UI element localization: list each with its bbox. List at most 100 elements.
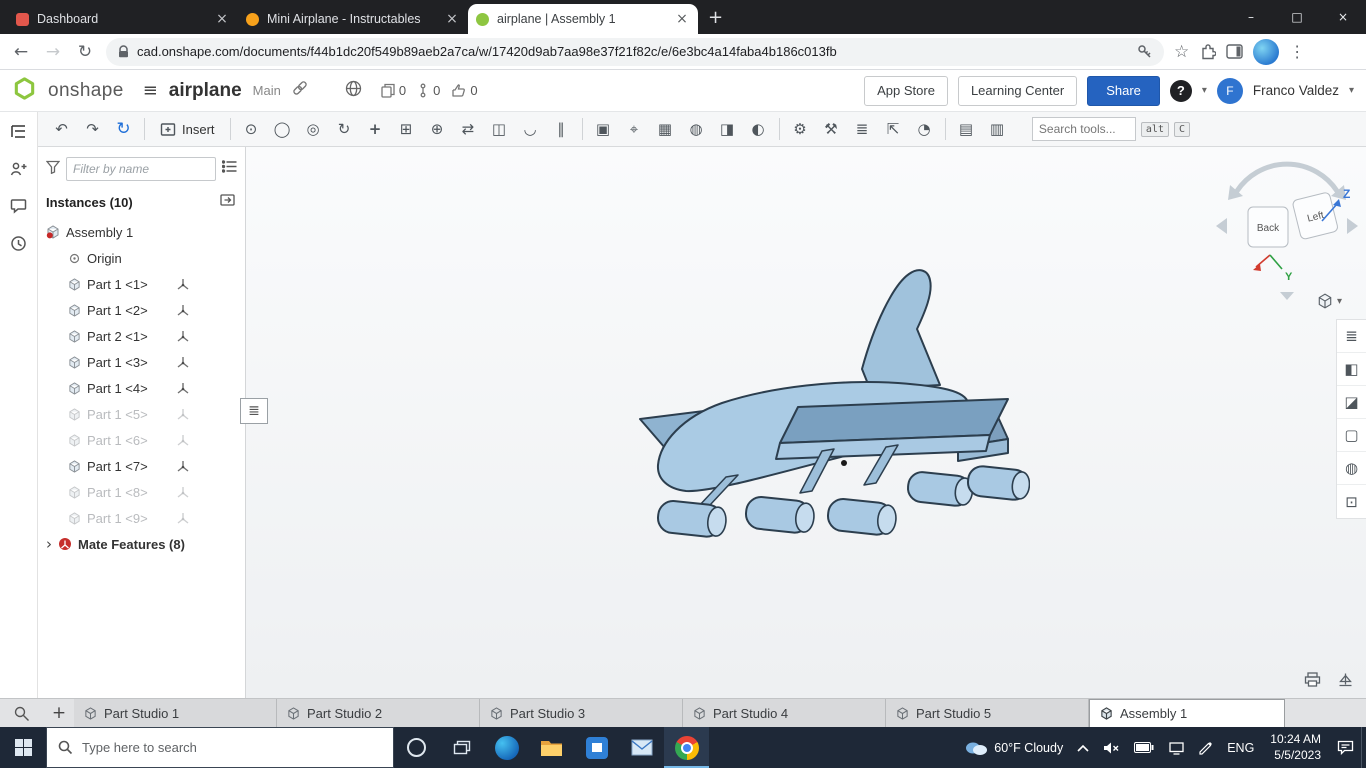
onshape-wordmark[interactable]: onshape (48, 80, 124, 102)
view-cube[interactable]: Back Left Z Y (1212, 155, 1362, 305)
share-button[interactable]: Share (1087, 76, 1160, 106)
side-panel-icon[interactable] (1226, 44, 1243, 59)
units-scale-icon[interactable] (1337, 672, 1354, 692)
maximize-button[interactable]: □ (1274, 0, 1320, 34)
appearance-panel-icon[interactable]: ◍ (1337, 452, 1366, 485)
doc-tab-part-studio-1[interactable]: Part Studio 1 (74, 699, 277, 727)
tree-row[interactable]: Part 1 <3> (38, 349, 245, 375)
tree-row[interactable]: Part 1 <7> (38, 453, 245, 479)
onshape-logo[interactable] (12, 76, 37, 106)
measure-icon[interactable]: ▥ (982, 115, 1013, 143)
display-states-icon[interactable]: ◐ (743, 115, 774, 143)
browser-profile-avatar[interactable] (1253, 39, 1279, 65)
browser-menu-icon[interactable]: ⋮ (1289, 42, 1305, 61)
battery-icon[interactable] (1127, 727, 1161, 768)
replicate-icon[interactable]: ▦ (650, 115, 681, 143)
3d-viewport[interactable]: Back Left Z Y (246, 147, 1366, 698)
tree-row-suppressed[interactable]: Part 1 <5> (38, 401, 245, 427)
undo-icon[interactable]: ↶ (46, 115, 77, 143)
history-icon[interactable] (7, 231, 31, 255)
filter-funnel-icon[interactable] (46, 160, 60, 179)
weather-widget[interactable]: 60°F Cloudy (956, 727, 1070, 768)
sync-icon[interactable]: ↻ (108, 115, 139, 143)
tree-row-suppressed[interactable]: Part 1 <8> (38, 479, 245, 505)
panel-handle[interactable]: ≣ (240, 398, 268, 424)
cylindrical-mate-icon[interactable]: ◯ (267, 115, 298, 143)
task-view-icon[interactable] (439, 727, 484, 768)
language-indicator[interactable]: ENG (1220, 727, 1261, 768)
tree-row[interactable]: Part 2 <1> (38, 323, 245, 349)
assembly-tree-icon[interactable] (7, 120, 31, 144)
doc-tab-part-studio-2[interactable]: Part Studio 2 (277, 699, 480, 727)
public-globe-icon[interactable] (345, 80, 362, 102)
slider-mate-icon[interactable]: ⇄ (453, 115, 484, 143)
reload-icon[interactable]: ↻ (74, 42, 96, 62)
learning-center-button[interactable]: Learning Center (958, 76, 1077, 106)
network-icon[interactable] (1161, 727, 1192, 768)
exploded-view-icon[interactable]: ⇱ (878, 115, 909, 143)
browser-tab-instructables[interactable]: Mini Airplane - Instructables × (238, 4, 468, 34)
flyout-tree-icon[interactable]: ≣ (1337, 320, 1366, 353)
app-store-button[interactable]: App Store (864, 76, 948, 106)
named-positions-icon[interactable]: ≣ (847, 115, 878, 143)
user-name[interactable]: Franco Valdez (1253, 83, 1339, 98)
tray-expand-icon[interactable] (1070, 727, 1096, 768)
view-settings-icon[interactable]: ◧ (1337, 353, 1366, 386)
mail-icon[interactable] (619, 727, 664, 768)
tangent-mate-icon[interactable]: ◡ (515, 115, 546, 143)
browser-tab-dashboard[interactable]: Dashboard × (8, 4, 238, 34)
user-avatar[interactable]: F (1217, 78, 1243, 104)
taskbar-search[interactable] (46, 727, 394, 768)
redo-icon[interactable]: ↷ (77, 115, 108, 143)
pan-left-arrow[interactable] (1216, 218, 1227, 234)
zoom-window-icon[interactable]: ⊡ (1337, 485, 1366, 518)
key-icon[interactable] (1137, 44, 1152, 59)
minimize-button[interactable]: – (1228, 0, 1274, 34)
filter-input[interactable] (66, 157, 216, 181)
browser-tab-assembly[interactable]: airplane | Assembly 1 × (468, 4, 698, 34)
close-tab-icon[interactable]: × (444, 11, 460, 27)
clock[interactable]: 10:24 AM 5/5/2023 (1261, 732, 1330, 763)
linear-pattern-icon[interactable]: ⊞ (391, 115, 422, 143)
store-icon[interactable] (574, 727, 619, 768)
edge-browser-icon[interactable] (484, 727, 529, 768)
show-desktop-button[interactable] (1361, 727, 1366, 768)
cortana-icon[interactable] (394, 727, 439, 768)
pan-down-arrow[interactable] (1280, 292, 1294, 300)
origin-point[interactable] (841, 460, 847, 466)
doc-tab-part-studio-5[interactable]: Part Studio 5 (886, 699, 1089, 727)
tree-row-mate-features[interactable]: › Mate Features (8) (38, 531, 245, 557)
file-explorer-icon[interactable] (529, 727, 574, 768)
bookmark-star-icon[interactable]: ☆ (1174, 42, 1189, 62)
volume-muted-icon[interactable] (1096, 727, 1127, 768)
chrome-icon[interactable] (664, 727, 709, 768)
pan-right-arrow[interactable] (1347, 218, 1358, 234)
link-icon[interactable] (292, 80, 308, 101)
doc-tab-assembly-1[interactable]: Assembly 1 (1089, 699, 1285, 727)
hamburger-menu-icon[interactable]: ≡ (143, 80, 158, 101)
new-tab-button[interactable]: + (708, 7, 723, 28)
insert-button[interactable]: Insert (150, 115, 225, 143)
mate-connector-icon[interactable]: ⌖ (619, 115, 650, 143)
tree-row-suppressed[interactable]: Part 1 <9> (38, 505, 245, 531)
forks-count[interactable]: 0 (417, 83, 440, 98)
view-mode-button[interactable]: ▾ (1317, 293, 1342, 309)
tree-row[interactable]: Part 1 <2> (38, 297, 245, 323)
copies-count[interactable]: 0 (381, 83, 406, 98)
revolute-mate-icon[interactable]: ⊙ (236, 115, 267, 143)
document-title[interactable]: airplane (169, 80, 242, 102)
user-menu-caret-icon[interactable]: ▾ (1349, 85, 1354, 96)
pen-icon[interactable] (1192, 727, 1220, 768)
print-3d-icon[interactable] (1304, 672, 1321, 692)
close-window-button[interactable]: × (1320, 0, 1366, 34)
comments-icon[interactable] (7, 194, 31, 218)
help-caret-icon[interactable]: ▾ (1202, 85, 1207, 96)
address-bar[interactable]: cad.onshape.com/documents/f44b1dc20f549b… (106, 38, 1164, 66)
move-part-icon[interactable]: + (360, 115, 391, 143)
planar-mate-icon[interactable]: ◫ (484, 115, 515, 143)
tree-row-assembly[interactable]: Assembly 1 (38, 219, 245, 245)
snapshot-icon[interactable]: ◔ (909, 115, 940, 143)
rotate-arc[interactable] (1237, 164, 1337, 191)
lock-icon[interactable] (118, 45, 129, 58)
group-icon[interactable]: ▣ (588, 115, 619, 143)
